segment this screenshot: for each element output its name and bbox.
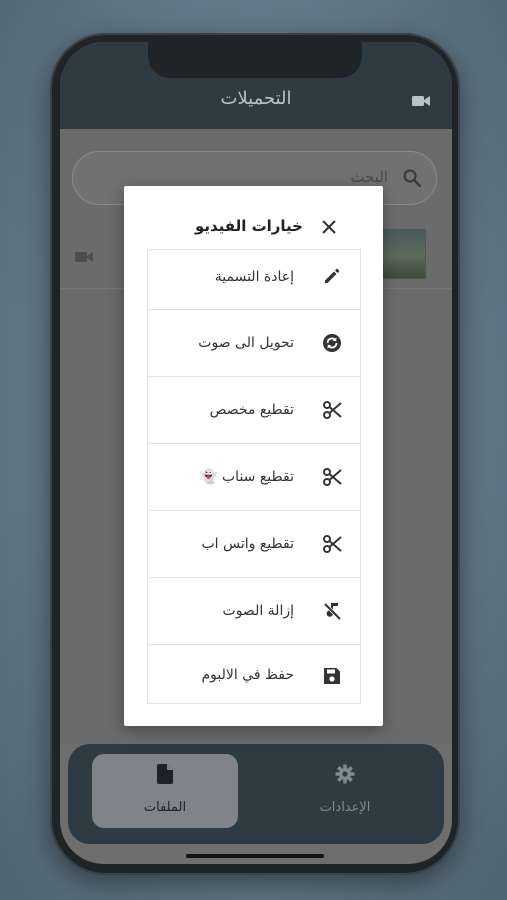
search-icon[interactable]	[402, 168, 422, 192]
scissors-icon	[321, 466, 343, 488]
mute-icon	[321, 600, 343, 622]
dialog-title: خيارات الفيديو	[194, 217, 303, 235]
bottom-navigation: الملفات الإعدادات	[68, 744, 444, 844]
option-label: تحويل الى صوت	[198, 335, 294, 351]
option-label: حفظ في الالبوم	[201, 667, 294, 683]
pencil-icon	[321, 265, 343, 287]
option-label: تقطيع مخصص	[209, 402, 294, 418]
close-icon[interactable]	[322, 219, 336, 238]
options-list: إعادة التسمية تحويل الى صوت تقطيع مخصص ت…	[147, 249, 361, 704]
video-options-dialog: خيارات الفيديو إعادة التسمية تحويل الى ص…	[124, 186, 383, 726]
snap-trim-option[interactable]: تقطيع سناب 👻	[148, 444, 360, 511]
page-title: التحميلات	[220, 88, 292, 109]
remove-audio-option[interactable]: إزالة الصوت	[148, 578, 360, 645]
save-to-album-option[interactable]: حفظ في الالبوم	[148, 645, 360, 705]
scissors-icon	[321, 399, 343, 421]
custom-trim-option[interactable]: تقطيع مخصص	[148, 377, 360, 444]
video-camera-icon[interactable]	[412, 93, 430, 112]
option-label: تقطيع واتس اب	[201, 536, 294, 552]
tab-settings-label: الإعدادات	[319, 800, 371, 815]
video-camera-icon	[75, 249, 93, 268]
option-label: تقطيع سناب 👻	[200, 469, 294, 485]
rename-option[interactable]: إعادة التسمية	[148, 250, 360, 310]
option-label: إزالة الصوت	[222, 603, 294, 619]
file-icon	[92, 764, 238, 784]
tab-settings[interactable]: الإعدادات	[272, 754, 418, 828]
gear-icon	[272, 764, 418, 784]
tab-files-label: الملفات	[143, 800, 187, 815]
convert-to-audio-option[interactable]: تحويل الى صوت	[148, 310, 360, 377]
search-placeholder: البحث	[350, 168, 388, 186]
phone-notch	[148, 42, 362, 78]
scissors-icon	[321, 533, 343, 555]
save-icon	[321, 665, 343, 687]
option-label: إعادة التسمية	[214, 269, 294, 285]
whatsapp-trim-option[interactable]: تقطيع واتس اب	[148, 511, 360, 578]
home-indicator[interactable]	[186, 854, 324, 858]
tab-files[interactable]: الملفات	[92, 754, 238, 828]
convert-audio-icon	[321, 332, 343, 354]
